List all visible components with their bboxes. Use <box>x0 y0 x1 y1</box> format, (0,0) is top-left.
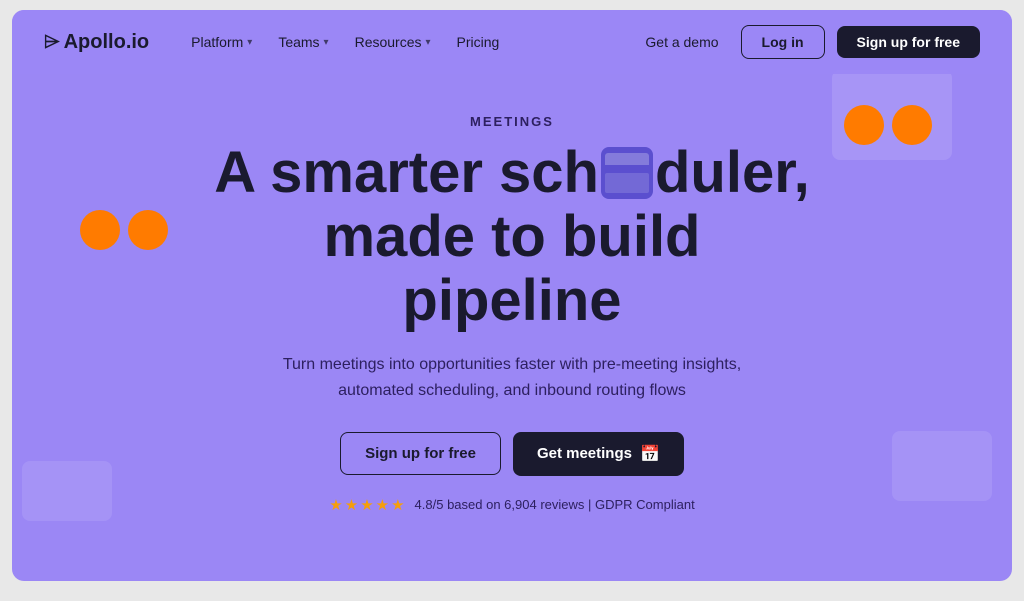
calendar-icon-button: 📅 <box>640 444 660 464</box>
hero-headline: A smarter sch duler, made to build pipeli… <box>214 141 809 332</box>
get-demo-link[interactable]: Get a demo <box>635 28 728 56</box>
nav-links: Platform ▾ Teams ▾ Resources ▾ Pricing <box>181 28 635 56</box>
page-wrapper: ⌲ Apollo.io Platform ▾ Teams ▾ Resources… <box>12 10 1012 581</box>
headline-part2: duler, <box>655 140 810 205</box>
headline-part1: A smarter sch <box>214 140 599 205</box>
calendar-icon <box>601 147 653 199</box>
nav-right: Get a demo Log in Sign up for free <box>635 25 980 59</box>
headline-line3: pipeline <box>402 268 621 333</box>
hero-subheadline: Turn meetings into opportunities faster … <box>272 352 752 403</box>
section-label: MEETINGS <box>470 114 554 129</box>
logo-text: Apollo.io <box>64 31 150 54</box>
nav-item-platform[interactable]: Platform ▾ <box>181 28 262 56</box>
chevron-down-icon: ▾ <box>324 37 329 48</box>
login-button[interactable]: Log in <box>741 25 825 59</box>
get-meetings-button[interactable]: Get meetings 📅 <box>513 432 684 476</box>
rating-text: 4.8/5 based on 6,904 reviews | GDPR Comp… <box>415 497 695 512</box>
nav-item-resources[interactable]: Resources ▾ <box>345 28 441 56</box>
hero-section: MEETINGS A smarter sch duler, made to bui… <box>12 74 1012 544</box>
cta-buttons: Sign up for free Get meetings 📅 <box>340 432 684 476</box>
chevron-down-icon: ▾ <box>247 37 252 48</box>
rating-row: ★★★★★ 4.8/5 based on 6,904 reviews | GDP… <box>329 496 694 514</box>
signup-button-nav[interactable]: Sign up for free <box>837 26 980 58</box>
logo[interactable]: ⌲ Apollo.io <box>44 31 149 54</box>
chevron-down-icon: ▾ <box>426 37 431 48</box>
navbar: ⌲ Apollo.io Platform ▾ Teams ▾ Resources… <box>12 10 1012 74</box>
nav-item-teams[interactable]: Teams ▾ <box>268 28 338 56</box>
logo-icon: ⌲ <box>44 31 60 54</box>
headline-line2: made to build <box>323 204 700 269</box>
signup-button-hero[interactable]: Sign up for free <box>340 432 501 475</box>
star-rating: ★★★★★ <box>329 496 406 514</box>
nav-item-pricing[interactable]: Pricing <box>447 28 510 56</box>
get-meetings-label: Get meetings <box>537 445 632 462</box>
